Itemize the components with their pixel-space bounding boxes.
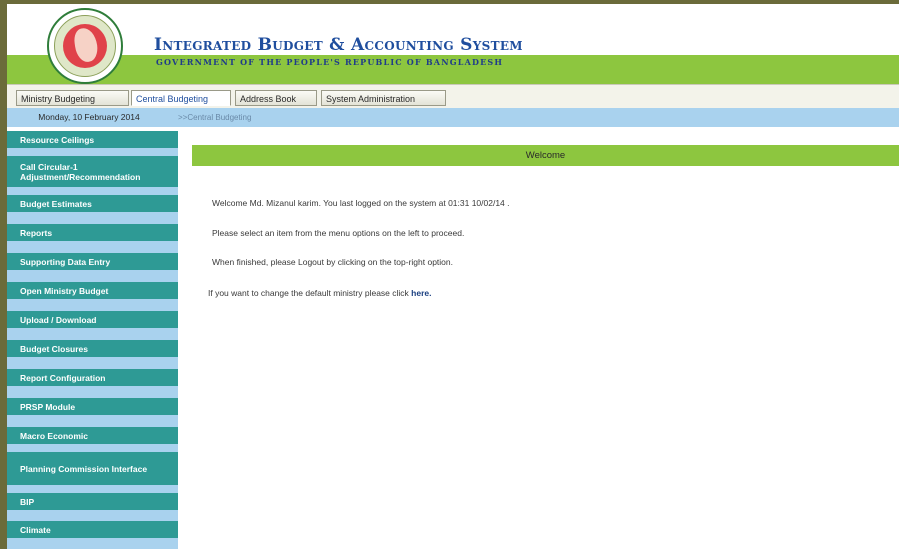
sidebar-item-macro-economic[interactable]: Macro Economic (7, 427, 178, 444)
tab-address-book[interactable]: Address Book (235, 90, 317, 106)
government-seal-logo (47, 8, 123, 84)
date-bar: Monday, 10 February 2014 >>Central Budge… (7, 108, 899, 127)
current-date: Monday, 10 February 2014 (38, 112, 140, 122)
welcome-header: Welcome (192, 145, 899, 166)
sidebar-item-call-circular[interactable]: Call Circular-1 Adjustment/Recommendatio… (7, 156, 178, 187)
menu-separator (7, 148, 178, 156)
tab-system-administration[interactable]: System Administration (321, 90, 446, 106)
menu-separator (7, 357, 178, 369)
header: Integrated Budget & Accounting System GO… (7, 4, 899, 84)
app-window: Integrated Budget & Accounting System GO… (7, 4, 899, 549)
menu-separator (7, 299, 178, 311)
menu-separator (7, 538, 178, 549)
system-title: Integrated Budget & Accounting System (154, 35, 523, 55)
tab-bar: Ministry Budgeting Central Budgeting Add… (7, 84, 899, 108)
menu-separator (7, 328, 178, 340)
sidebar-item-climate[interactable]: Climate (7, 521, 178, 538)
menu-separator (7, 510, 178, 521)
breadcrumb[interactable]: >>Central Budgeting (178, 108, 251, 127)
menu-separator (7, 187, 178, 195)
menu-separator (7, 485, 178, 493)
change-ministry-link[interactable]: here. (411, 288, 431, 298)
sidebar-item-open-ministry-budget[interactable]: Open Ministry Budget (7, 282, 178, 299)
sidebar-item-budget-closures[interactable]: Budget Closures (7, 340, 178, 357)
tab-ministry-budgeting[interactable]: Ministry Budgeting (16, 90, 129, 106)
sidebar-item-bip[interactable]: BIP (7, 493, 178, 510)
sidebar-item-prsp-module[interactable]: PRSP Module (7, 398, 178, 415)
sidebar-item-report-configuration[interactable]: Report Configuration (7, 369, 178, 386)
logout-message: When finished, please Logout by clicking… (212, 257, 453, 267)
system-subtitle: GOVERNMENT OF THE PEOPLE'S REPUBLIC OF B… (156, 57, 504, 67)
sidebar-item-planning-commission[interactable]: Planning Commission Interface (7, 452, 178, 485)
change-ministry-text: If you want to change the default minist… (208, 288, 412, 298)
instruction-message: Please select an item from the menu opti… (212, 228, 465, 238)
sidebar-item-resource-ceilings[interactable]: Resource Ceilings (7, 131, 178, 148)
last-login-message: Welcome Md. Mizanul karim. You last logg… (212, 198, 510, 208)
sidebar-item-upload-download[interactable]: Upload / Download (7, 311, 178, 328)
sidebar-menu: Resource Ceilings Call Circular-1 Adjust… (7, 127, 178, 549)
menu-separator (7, 241, 178, 253)
menu-separator (7, 444, 178, 452)
sidebar-item-supporting-data-entry[interactable]: Supporting Data Entry (7, 253, 178, 270)
tab-central-budgeting[interactable]: Central Budgeting (131, 90, 231, 106)
sidebar-item-budget-estimates[interactable]: Budget Estimates (7, 195, 178, 212)
sidebar-item-reports[interactable]: Reports (7, 224, 178, 241)
menu-separator (7, 386, 178, 398)
menu-separator (7, 212, 178, 224)
menu-separator (7, 270, 178, 282)
menu-separator (7, 415, 178, 427)
change-ministry-message: If you want to change the default minist… (208, 288, 432, 298)
